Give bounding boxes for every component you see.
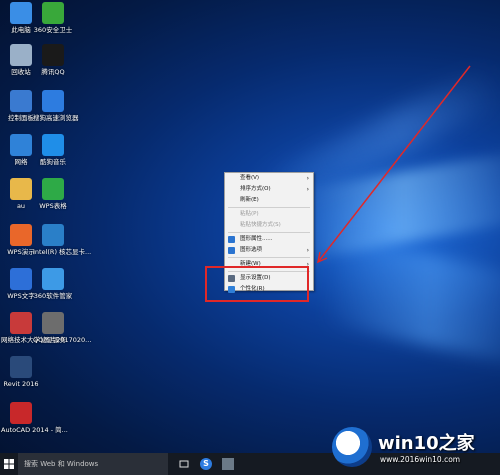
watermark: win10之家 www.2016win10.com (328, 425, 498, 470)
desktop-icon-label: 360安全卫士 (33, 26, 73, 34)
menu-item-label: 图形属性...... (240, 236, 273, 242)
autocad-icon (10, 402, 32, 424)
desktop-icon[interactable]: QQ图片2017020... (33, 312, 92, 344)
task-view-button[interactable] (176, 456, 192, 472)
desktop-icon-label: QQ图片2017020... (33, 336, 92, 344)
sogou-browser-icon: S (200, 458, 212, 470)
qq-icon (42, 44, 64, 66)
desktop-icon[interactable]: WPS表格 (33, 178, 73, 210)
chevron-right-icon: › (306, 175, 309, 182)
wallpaper-light-beam (322, 235, 500, 365)
highlight-box (205, 266, 309, 302)
context-menu-item: 粘贴快捷方式(S) (225, 220, 313, 231)
revit-icon (10, 356, 32, 378)
desktop-icon-label: Intel(R) 核芯显卡... (33, 248, 92, 256)
menu-item-label: 图形选项 (240, 247, 263, 253)
context-menu-item[interactable]: 刷新(E) (225, 195, 313, 206)
360-security-icon (42, 2, 64, 24)
desktop-icon-label: Revit 2016 (3, 380, 39, 388)
win10-logo-icon (332, 427, 372, 467)
kugou-icon (42, 134, 64, 156)
wallpaper-light-beam (295, 150, 500, 260)
taskbar-sogou-browser[interactable]: S (198, 456, 214, 472)
desktop-icon[interactable]: 腾讯QQ (33, 44, 73, 76)
desktop-icon-label: 腾讯QQ (41, 68, 65, 76)
desktop-icon[interactable]: 360软件管家 (33, 268, 73, 300)
menu-separator (228, 207, 310, 208)
watermark-title: win10之家 (378, 433, 475, 454)
menu-separator (228, 232, 310, 233)
desktop-icon[interactable]: 360安全卫士 (33, 2, 73, 34)
wps-presentation-icon (10, 224, 32, 246)
folder-icon (10, 178, 32, 200)
computer-icon (10, 2, 32, 24)
menu-separator (228, 257, 310, 258)
intel-graphics-icon (42, 224, 64, 246)
taskbar-search-box[interactable]: 搜索 Web 和 Windows (18, 453, 168, 475)
desktop-icon[interactable]: 酷狗音乐 (33, 134, 73, 166)
desktop-icon[interactable]: Intel(R) 核芯显卡... (33, 224, 92, 256)
control-panel-icon (10, 90, 32, 112)
menu-item-icon (228, 236, 235, 243)
taskbar-app[interactable] (220, 456, 236, 472)
desktop-icon-label: 酷狗音乐 (40, 158, 66, 166)
context-menu-item[interactable]: 查看(V) › (225, 173, 313, 184)
task-view-icon (179, 460, 189, 468)
context-menu-item[interactable]: 排序方式(O) › (225, 184, 313, 195)
windows-logo-icon (4, 459, 14, 469)
desktop-icon[interactable]: 搜狗高速浏览器 (33, 90, 79, 122)
network-icon (10, 134, 32, 156)
recycle-bin-icon (10, 44, 32, 66)
desktop-icon-label: 搜狗高速浏览器 (33, 114, 79, 122)
watermark-url: www.2016win10.com (380, 455, 461, 464)
desktop-icon[interactable]: Revit 2016 (1, 356, 41, 388)
desktop-icon-label: 360软件管家 (33, 292, 73, 300)
360-software-icon (42, 268, 64, 290)
context-menu-item[interactable]: 图形选项 › (225, 245, 313, 256)
menu-item-label: 排序方式(O) (240, 186, 271, 192)
context-menu-item[interactable]: 图形属性...... (225, 234, 313, 245)
start-button[interactable] (0, 453, 18, 475)
network-app-icon (10, 312, 32, 334)
menu-item-label: 粘贴快捷方式(S) (240, 222, 281, 228)
app-icon (222, 458, 234, 470)
menu-item-label: 查看(V) (240, 175, 260, 181)
menu-item-label: 刷新(E) (240, 197, 259, 203)
desktop-icon[interactable]: AutoCAD 2014 - 简... (1, 402, 68, 434)
desktop-icon-label: WPS表格 (39, 202, 67, 210)
image-file-icon (42, 312, 64, 334)
wps-writer-icon (10, 268, 32, 290)
chevron-right-icon: › (306, 186, 309, 193)
context-menu-item: 粘贴(P) (225, 209, 313, 220)
menu-item-label: 粘贴(P) (240, 211, 259, 217)
sogou-browser-icon (42, 90, 64, 112)
wps-sheet-icon (42, 178, 64, 200)
desktop-icon-label: AutoCAD 2014 - 简... (1, 426, 68, 434)
menu-item-icon (228, 247, 235, 254)
chevron-right-icon: › (306, 247, 309, 254)
